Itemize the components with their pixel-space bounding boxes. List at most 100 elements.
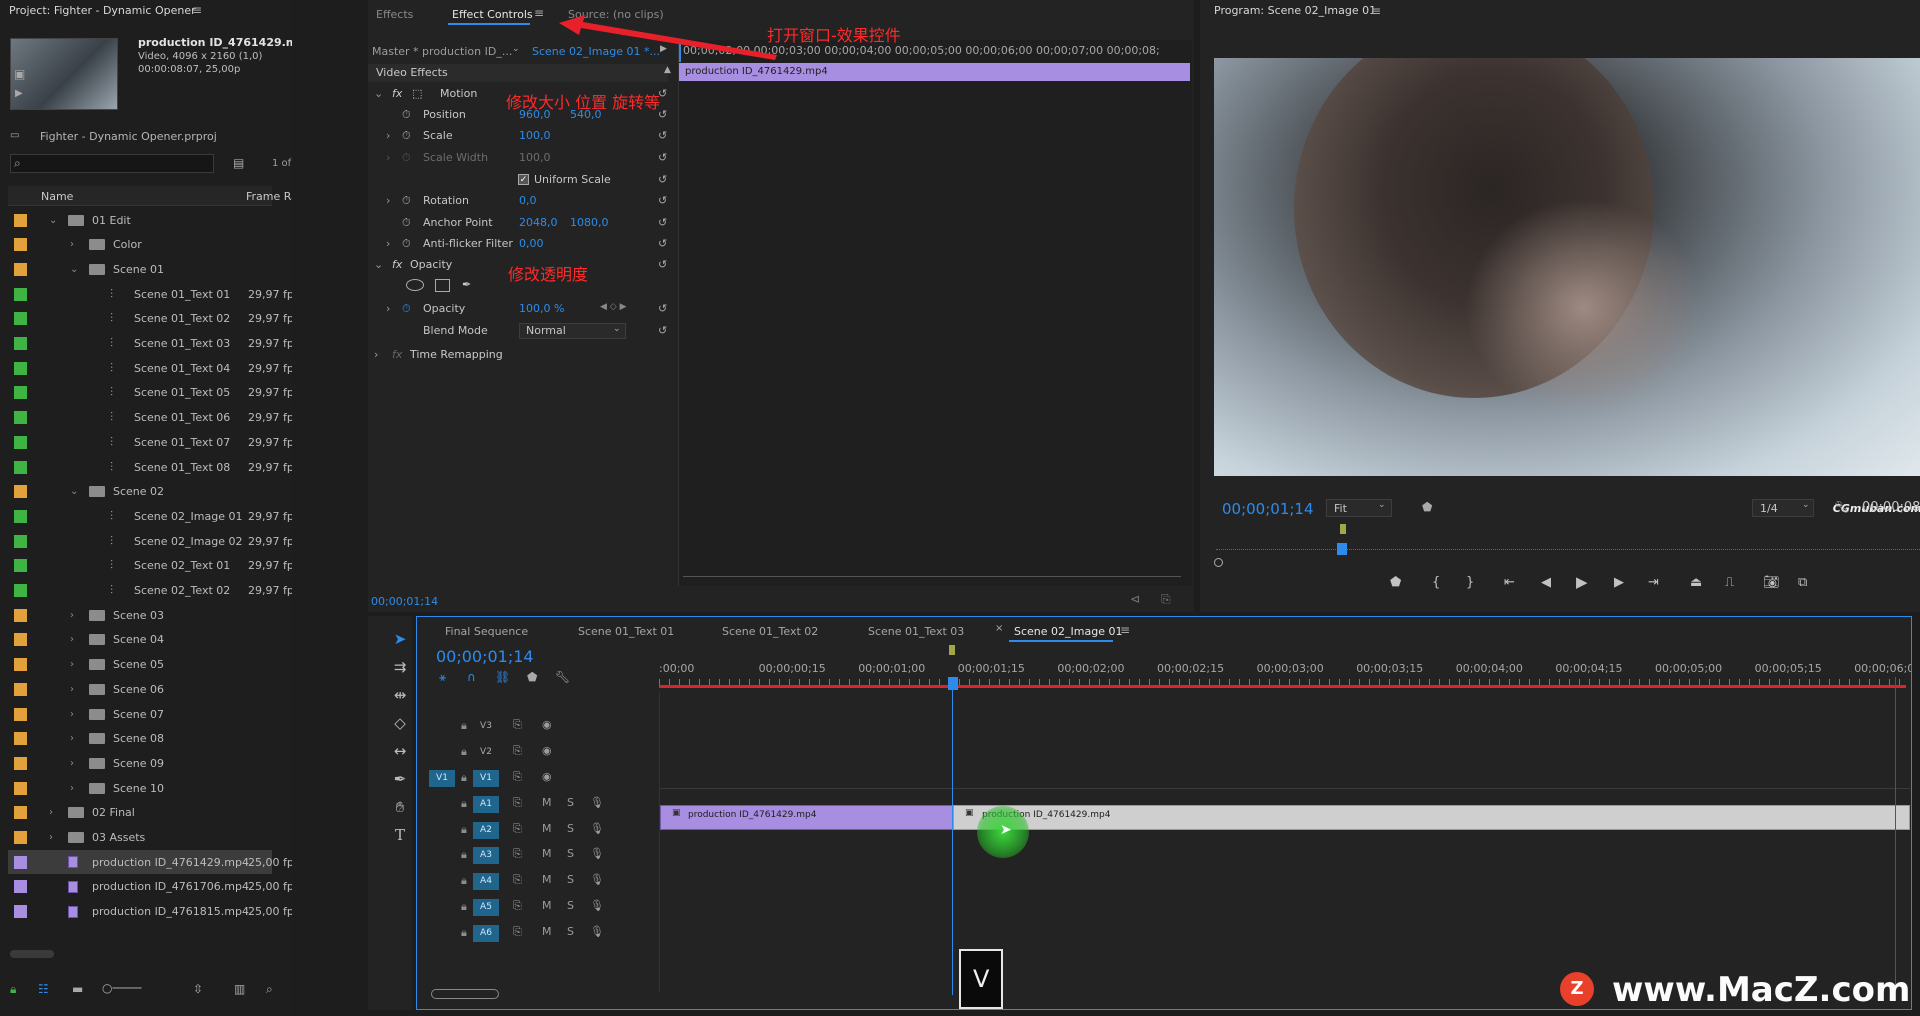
uniform-scale-row[interactable]: ✓ Uniform Scale ↺ [368,170,668,191]
uniform-scale-checkbox[interactable]: ✓ [518,174,529,185]
project-sequence-row[interactable]: ⫶ Scene 01_Text 06 29,97 fps [8,406,292,430]
panel-menu-icon[interactable]: ≡ [1371,4,1381,18]
track-label-a1[interactable]: A1 [473,796,499,813]
project-folder-row[interactable]: ⌄ Scene 01 [8,257,272,281]
effect-timecode[interactable]: 00;00;01;14 [371,595,438,608]
solo-button[interactable]: S [567,873,574,886]
stopwatch-icon[interactable]: ⏱︎ [402,129,411,143]
project-sequence-row[interactable]: ⫶ Scene 02_Image 01 29,97 fps [8,504,292,528]
label-color-swatch[interactable] [14,262,27,276]
tab-scene01-text02[interactable]: Scene 01_Text 02 [722,625,818,638]
twirl-right-icon[interactable]: › [70,239,74,250]
twirl-down-icon[interactable]: ⌄ [374,258,383,271]
microphone-icon[interactable]: 🎙︎ [590,925,604,938]
reset-icon[interactable]: ↺ [658,151,667,164]
vertical-zoom-bar[interactable] [1895,677,1905,987]
panel-menu-icon[interactable]: ≡ [192,3,202,17]
tab-scene01-text03[interactable]: Scene 01_Text 03 [868,625,964,638]
project-sequence-row[interactable]: ⫶ Scene 01_Text 07 29,97 fps [8,430,292,454]
label-color-swatch[interactable] [14,287,27,301]
lock-icon[interactable]: 🔒︎ [461,745,467,759]
stopwatch-icon[interactable]: ⏱︎ [402,216,411,230]
reset-icon[interactable]: ↺ [658,302,667,315]
microphone-icon[interactable]: 🎙︎ [590,847,604,860]
label-color-swatch[interactable] [14,337,27,350]
label-color-swatch[interactable] [14,386,27,400]
twirl-right-icon[interactable]: › [70,684,74,695]
anchor-point-row[interactable]: ⏱︎ Anchor Point 2048,0 1080,0 ↺ [368,213,668,234]
twirl-right-icon[interactable]: › [70,610,74,621]
chevron-down-icon[interactable]: ⌄ [1378,500,1386,510]
lock-icon[interactable]: 🔒︎ [10,982,16,997]
track-label-a2[interactable]: A2 [473,821,499,839]
motion-transform-icon[interactable]: ⬚ [412,87,422,100]
column-frame-rate[interactable]: Frame Rate [246,190,292,203]
mark-in-icon[interactable]: { [1432,575,1440,590]
snap-icon[interactable]: ∩ [467,670,476,684]
tab-scene01-text01[interactable]: Scene 01_Text 01 [578,625,674,638]
go-to-out-icon[interactable]: ⇥ [1648,575,1659,590]
twirl-down-icon[interactable]: ⌄ [70,264,78,275]
lock-icon[interactable]: 🔒︎ [461,874,467,888]
twirl-right-icon[interactable]: › [386,194,390,207]
effect-scrollbar[interactable] [683,576,1181,584]
time-remapping-row[interactable]: › fx Time Remapping [368,345,668,366]
project-folder-row[interactable]: ⌄ Scene 02 [8,480,272,504]
source-patch-v1[interactable]: V1 [429,770,455,787]
label-color-swatch[interactable] [14,213,27,227]
mute-button[interactable]: M [542,796,552,809]
project-folder-row[interactable]: › Scene 05 [8,653,272,677]
project-folder-row[interactable]: › Scene 06 [8,677,272,701]
play-thumb-icon[interactable]: ▶ [15,88,23,99]
project-folder-row[interactable]: › Scene 10 [8,776,272,800]
comparison-view-icon[interactable]: ⧉ [1798,575,1807,590]
tab-menu-icon[interactable]: ≡ [534,6,544,20]
label-color-swatch[interactable] [14,238,27,252]
filter-icon[interactable]: ⊲ [1130,592,1140,606]
opacity-row[interactable]: › ⏱︎ Opacity 100,0 % ◀ ◇ ▶ ↺ [368,299,668,320]
lift-icon[interactable]: ⏏︎ [1690,575,1702,590]
slip-tool-icon[interactable]: ↔ [390,742,410,760]
label-color-swatch[interactable] [14,584,27,597]
tab-scene02-image01[interactable]: Scene 02_Image 01 [1014,625,1122,638]
wrench-icon[interactable]: 🔧︎ [1834,500,1849,514]
chevron-down-icon[interactable]: ⌄ [512,44,520,54]
track-label-v3[interactable]: V3 [473,718,499,735]
lock-icon[interactable]: 🔒︎ [461,848,467,862]
project-sequence-row[interactable]: ⫶ Scene 01_Text 01 29,97 fps [8,282,292,306]
lock-icon[interactable]: 🔒︎ [461,900,467,914]
solo-button[interactable]: S [567,847,574,860]
razor-tool-icon[interactable]: ◇ [390,714,410,732]
program-monitor-title[interactable]: Program: Scene 02_Image 01 [1214,4,1376,17]
nest-icon[interactable]: ⚹ [439,670,446,685]
track-label-a3[interactable]: A3 [473,847,499,865]
master-clip-label[interactable]: Master * production ID_... [372,45,512,58]
hand-tool-icon[interactable]: ✋︎ [390,798,410,816]
blend-mode-row[interactable]: Blend Mode Normal ⌄ ↺ [368,321,668,342]
label-color-swatch[interactable] [14,707,27,721]
reset-icon[interactable]: ↺ [658,324,667,337]
twirl-right-icon[interactable]: › [386,302,390,315]
mute-button[interactable]: M [542,925,552,938]
mark-out-icon[interactable]: } [1466,575,1474,590]
sync-lock-icon[interactable]: ⎘ [513,847,522,861]
project-sequence-row[interactable]: ⫶ Scene 01_Text 05 29,97 fps [8,381,292,405]
timeline-playhead[interactable] [948,677,958,690]
pen-tool-icon[interactable]: ✒︎ [390,770,410,788]
selection-tool-icon[interactable]: ➤ [390,630,410,648]
reset-icon[interactable]: ↺ [658,237,667,250]
timeline-timecode[interactable]: 00;00;01;14 [436,647,534,666]
label-color-swatch[interactable] [14,756,27,770]
automate-icon[interactable]: ▥ [234,982,245,996]
track-label-a6[interactable]: A6 [473,924,499,942]
project-sequence-row[interactable]: ⫶ Scene 01_Text 08 29,97 fps [8,455,292,479]
project-clip-row[interactable]: production ID_4761706.mp425,00 fps [8,875,292,899]
label-color-swatch[interactable] [14,411,27,425]
track-select-tool-icon[interactable]: ⇉ [390,658,410,676]
reset-icon[interactable]: ↺ [658,129,667,142]
add-marker-icon[interactable]: ⬟ [1390,575,1401,590]
fx-icon[interactable]: fx [392,258,402,271]
chevron-down-icon[interactable]: ⌄ [1802,500,1810,510]
rectangle-mask-icon[interactable] [435,279,450,292]
microphone-icon[interactable]: 🎙︎ [590,873,604,886]
